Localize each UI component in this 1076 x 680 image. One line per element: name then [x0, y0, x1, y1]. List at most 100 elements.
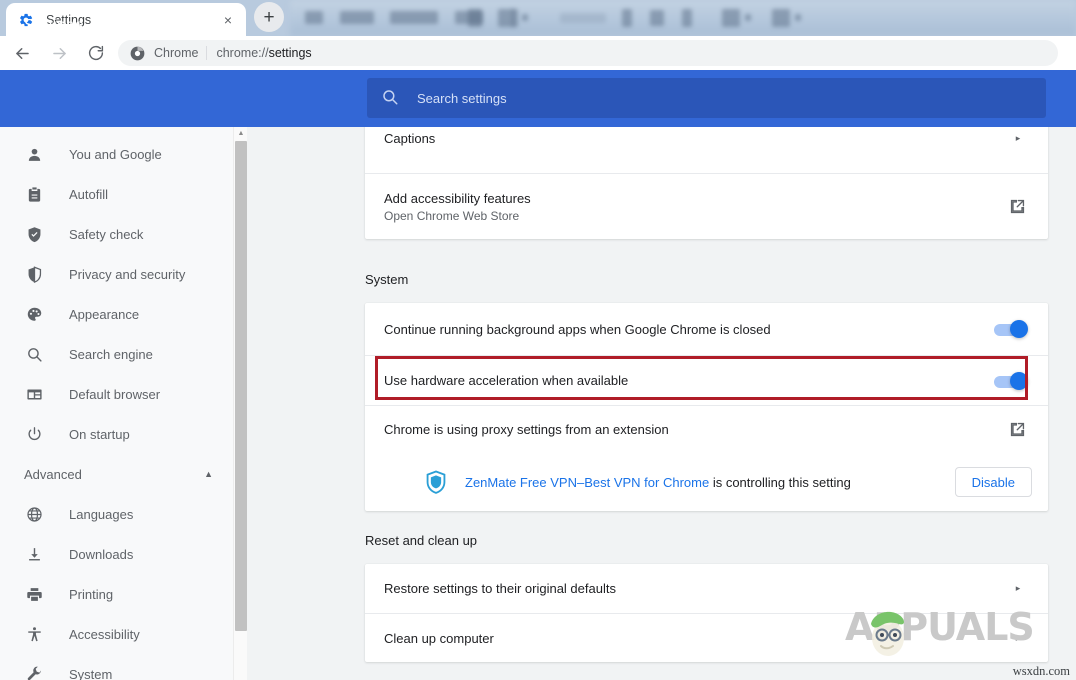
- row-background-apps[interactable]: Continue running background apps when Go…: [365, 303, 1048, 355]
- settings-sidebar: You and Google Autofill Safety check Pri…: [0, 127, 233, 680]
- chevron-right-icon: ▸: [1008, 128, 1028, 148]
- sidebar-item-system[interactable]: System: [0, 654, 233, 680]
- row-extension-notice: ZenMate Free VPN–Best VPN for Chrome is …: [365, 453, 1048, 511]
- scroll-up-arrow-icon[interactable]: ▲: [234, 127, 248, 140]
- chevron-right-icon: ▸: [1008, 628, 1028, 648]
- clipboard-icon: [24, 184, 44, 204]
- blurred-menu-item: [390, 11, 438, 24]
- blurred-toolbar-icon: [468, 9, 482, 27]
- row-title: Chrome is using proxy settings from an e…: [384, 422, 1008, 437]
- zenmate-shield-icon: [425, 470, 447, 494]
- search-icon: [381, 88, 401, 108]
- row-title: Captions: [384, 131, 1008, 146]
- person-icon: [24, 144, 44, 164]
- search-input[interactable]: Search settings: [367, 78, 1046, 118]
- blurred-search-icon: [650, 10, 664, 26]
- reset-card: Restore settings to their original defau…: [365, 564, 1048, 662]
- chrome-logo-icon: [130, 46, 145, 61]
- reset-section-heading: Reset and clean up: [365, 533, 477, 548]
- sidebar-item-label: Safety check: [69, 227, 143, 242]
- omnibox-url-main: settings: [269, 46, 312, 60]
- omnibox-url-prefix: chrome://: [216, 46, 268, 60]
- browser-toolbar: Chrome chrome://settings: [0, 36, 1076, 70]
- row-add-accessibility-features[interactable]: Add accessibility features Open Chrome W…: [365, 173, 1048, 239]
- row-title: Add accessibility features: [384, 191, 1008, 206]
- reload-icon[interactable]: [81, 38, 111, 68]
- extension-name-link[interactable]: ZenMate Free VPN–Best VPN for Chrome: [465, 475, 709, 490]
- row-captions[interactable]: Captions ▸: [365, 127, 1048, 173]
- sidebar-item-you-and-google[interactable]: You and Google: [0, 134, 233, 174]
- sidebar-item-printing[interactable]: Printing: [0, 574, 233, 614]
- back-icon[interactable]: [7, 38, 37, 68]
- sidebar-item-accessibility[interactable]: Accessibility: [0, 614, 233, 654]
- sidebar-item-label: Autofill: [69, 187, 108, 202]
- globe-icon: [24, 504, 44, 524]
- toggle-hardware-acceleration[interactable]: [994, 374, 1028, 388]
- system-card: Continue running background apps when Go…: [365, 303, 1048, 511]
- accessibility-card: Captions ▸ Add accessibility features Op…: [365, 127, 1048, 239]
- row-subtitle: Open Chrome Web Store: [384, 209, 1008, 223]
- sidebar-item-label: Printing: [69, 587, 113, 602]
- scrollbar-thumb[interactable]: [235, 141, 247, 631]
- blurred-toolbar-icon: [722, 9, 740, 27]
- external-link-icon[interactable]: [1008, 420, 1028, 440]
- site-credit: wsxdn.com: [1013, 664, 1070, 679]
- search-icon: [24, 344, 44, 364]
- extension-controlling-message: ZenMate Free VPN–Best VPN for Chrome is …: [465, 475, 955, 490]
- accessibility-icon: [24, 624, 44, 644]
- disable-button[interactable]: Disable: [955, 467, 1032, 497]
- browser-window-icon: [24, 384, 44, 404]
- row-restore-settings[interactable]: Restore settings to their original defau…: [365, 564, 1048, 613]
- row-title: Continue running background apps when Go…: [384, 322, 994, 337]
- system-section-heading: System: [365, 272, 408, 287]
- blurred-toolbar-icon: [522, 14, 528, 21]
- new-tab-button[interactable]: +: [254, 2, 284, 32]
- row-text-block: Add accessibility features Open Chrome W…: [384, 191, 1008, 223]
- row-hardware-acceleration[interactable]: Use hardware acceleration when available: [365, 355, 1048, 405]
- blurred-toolbar-icon: [682, 9, 692, 27]
- palette-icon: [24, 304, 44, 324]
- toggle-knob: [1010, 320, 1028, 338]
- download-icon: [24, 544, 44, 564]
- page-title: Settings: [24, 17, 83, 35]
- row-title: Restore settings to their original defau…: [384, 581, 1008, 596]
- row-title: Clean up computer: [384, 631, 1008, 646]
- blurred-toolbar-icon: [795, 14, 801, 21]
- toggle-background-apps[interactable]: [994, 322, 1028, 336]
- sidebar-item-languages[interactable]: Languages: [0, 494, 233, 534]
- row-title: Use hardware acceleration when available: [384, 373, 994, 388]
- sidebar-advanced-toggle[interactable]: Advanced ▲: [0, 454, 233, 494]
- sidebar-item-label: Languages: [69, 507, 133, 522]
- sidebar-item-label: Downloads: [69, 547, 133, 562]
- printer-icon: [24, 584, 44, 604]
- blurred-toolbar-icon: [745, 14, 751, 21]
- settings-content: Captions ▸ Add accessibility features Op…: [247, 127, 1076, 680]
- sidebar-item-safety-check[interactable]: Safety check: [0, 214, 233, 254]
- shield-icon: [24, 264, 44, 284]
- sidebar-item-label: System: [69, 667, 112, 680]
- sidebar-item-label: Default browser: [69, 387, 160, 402]
- sidebar-item-label: You and Google: [69, 147, 162, 162]
- sidebar-item-default-browser[interactable]: Default browser: [0, 374, 233, 414]
- browser-tab-strip: Settings × +: [0, 0, 1076, 36]
- close-icon[interactable]: ×: [218, 10, 238, 30]
- address-bar[interactable]: Chrome chrome://settings: [118, 40, 1058, 66]
- row-clean-up-computer[interactable]: Clean up computer ▸: [365, 613, 1048, 662]
- sidebar-scrollbar[interactable]: ▲: [233, 127, 247, 680]
- blurred-menu-item: [305, 11, 323, 24]
- sidebar-item-appearance[interactable]: Appearance: [0, 294, 233, 334]
- extension-message-suffix: is controlling this setting: [709, 475, 851, 490]
- sidebar-advanced-label: Advanced: [24, 467, 204, 482]
- sidebar-item-on-startup[interactable]: On startup: [0, 414, 233, 454]
- shield-check-icon: [24, 224, 44, 244]
- sidebar-item-autofill[interactable]: Autofill: [0, 174, 233, 214]
- row-proxy-settings[interactable]: Chrome is using proxy settings from an e…: [365, 405, 1048, 453]
- external-link-icon[interactable]: [1008, 197, 1028, 217]
- blurred-toolbar-icon: [772, 9, 790, 27]
- toggle-knob: [1010, 372, 1028, 390]
- chevron-right-icon: ▸: [1008, 579, 1028, 599]
- sidebar-item-privacy-and-security[interactable]: Privacy and security: [0, 254, 233, 294]
- sidebar-item-downloads[interactable]: Downloads: [0, 534, 233, 574]
- search-placeholder: Search settings: [417, 91, 507, 106]
- sidebar-item-search-engine[interactable]: Search engine: [0, 334, 233, 374]
